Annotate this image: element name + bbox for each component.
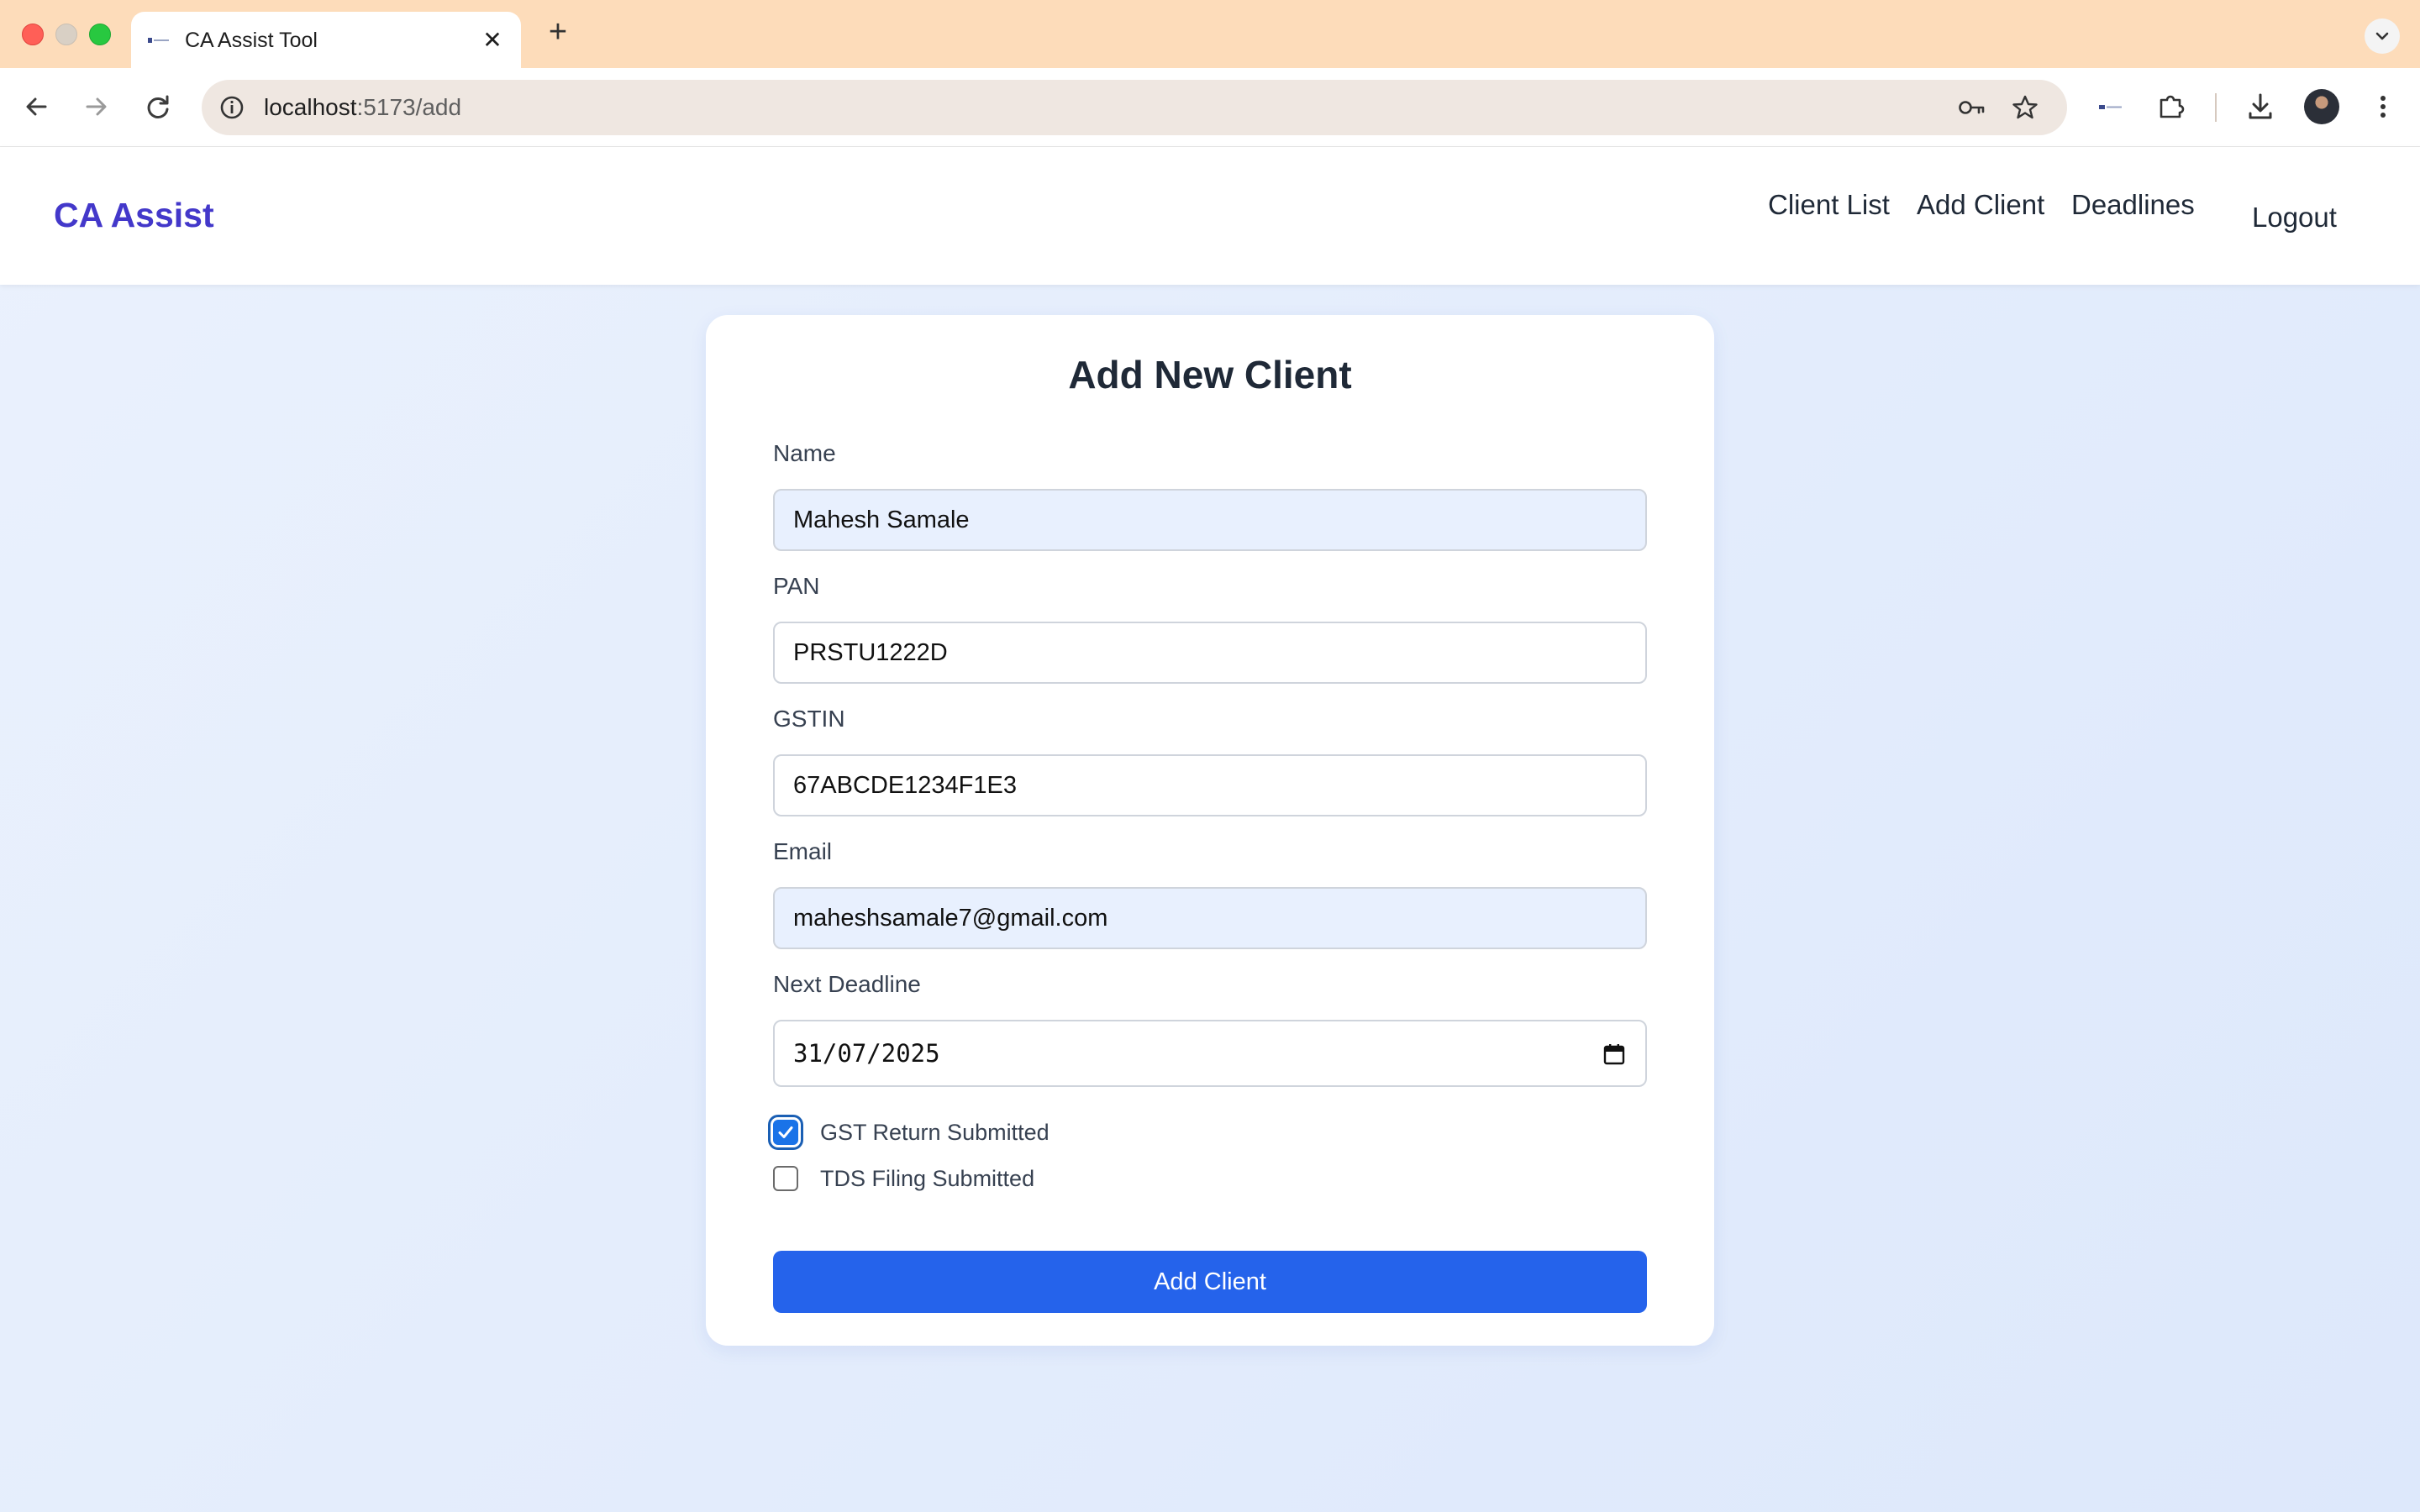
email-label: Email (773, 838, 833, 864)
gst-return-checkbox[interactable] (773, 1120, 798, 1145)
calendar-icon[interactable] (1602, 1042, 1627, 1067)
chevron-down-icon (2375, 32, 2389, 40)
reload-button[interactable] (139, 88, 176, 125)
download-icon[interactable] (2242, 88, 2279, 125)
password-key-icon[interactable] (1954, 91, 1988, 124)
checkmark-icon (778, 1126, 793, 1138)
forward-button[interactable] (77, 88, 114, 125)
email-input[interactable]: maheshsamale7@gmail.com (773, 887, 1647, 949)
bookmark-star-icon[interactable] (2008, 91, 2042, 124)
pan-label: PAN (773, 573, 820, 599)
pan-input[interactable]: PRSTU1222D (773, 622, 1647, 684)
back-button[interactable] (18, 88, 55, 125)
add-client-button[interactable]: Add Client (773, 1251, 1647, 1313)
app-navbar: CA Assist Client List Add Client Deadlin… (0, 147, 2420, 285)
brand-logo[interactable]: CA Assist (54, 196, 214, 235)
gst-return-label[interactable]: GST Return Submitted (820, 1120, 1050, 1146)
extension-pinned-icon[interactable] (2092, 88, 2129, 125)
gstin-label: GSTIN (773, 706, 845, 732)
close-window-button[interactable] (22, 24, 44, 45)
new-tab-button[interactable]: + (541, 15, 575, 49)
reload-icon (147, 95, 169, 118)
next-deadline-value: 31/07/2025 (793, 1039, 940, 1068)
tds-filing-checkbox[interactable] (773, 1166, 798, 1191)
toolbar-separator (2215, 93, 2217, 122)
browser-tab[interactable]: CA Assist Tool ✕ (131, 12, 521, 68)
nav-link-deadlines[interactable]: Deadlines (2071, 189, 2195, 221)
profile-avatar[interactable] (2304, 89, 2339, 124)
back-arrow-icon (26, 97, 47, 116)
more-vertical-icon[interactable] (2365, 88, 2402, 125)
maximize-window-button[interactable] (89, 24, 111, 45)
browser-tab-strip: CA Assist Tool ✕ + (0, 0, 2420, 68)
tab-search-button[interactable] (2365, 18, 2400, 54)
tab-close-icon[interactable]: ✕ (479, 27, 506, 54)
url-path: :5173/add (356, 94, 462, 120)
tds-filing-label[interactable]: TDS Filing Submitted (820, 1166, 1034, 1192)
forward-arrow-icon (86, 97, 107, 116)
browser-toolbar: localhost:5173/add (0, 68, 2420, 147)
nav-link-add-client[interactable]: Add Client (1917, 189, 2044, 221)
nav-link-client-list[interactable]: Client List (1768, 189, 1890, 221)
info-icon[interactable] (215, 91, 249, 124)
address-bar[interactable]: localhost:5173/add (202, 80, 2067, 135)
gstin-input[interactable]: 67ABCDE1234F1E3 (773, 754, 1647, 816)
page-content: CA Assist Client List Add Client Deadlin… (0, 147, 2420, 1512)
url-text[interactable]: localhost:5173/add (264, 94, 461, 121)
next-deadline-label: Next Deadline (773, 971, 921, 997)
add-client-form: Add New Client Name Mahesh Samale PAN PR… (706, 315, 1714, 1346)
next-deadline-date-input[interactable]: 31/07/2025 (773, 1020, 1647, 1087)
name-input[interactable]: Mahesh Samale (773, 489, 1647, 551)
favicon-icon (148, 38, 169, 43)
extension-icon[interactable] (2153, 88, 2190, 125)
name-label: Name (773, 440, 836, 466)
url-host: localhost (264, 94, 357, 120)
minimize-window-button[interactable] (55, 24, 77, 45)
logout-button[interactable]: Logout (2252, 202, 2337, 234)
form-title: Add New Client (1068, 353, 1352, 396)
tab-title: CA Assist Tool (185, 29, 318, 52)
